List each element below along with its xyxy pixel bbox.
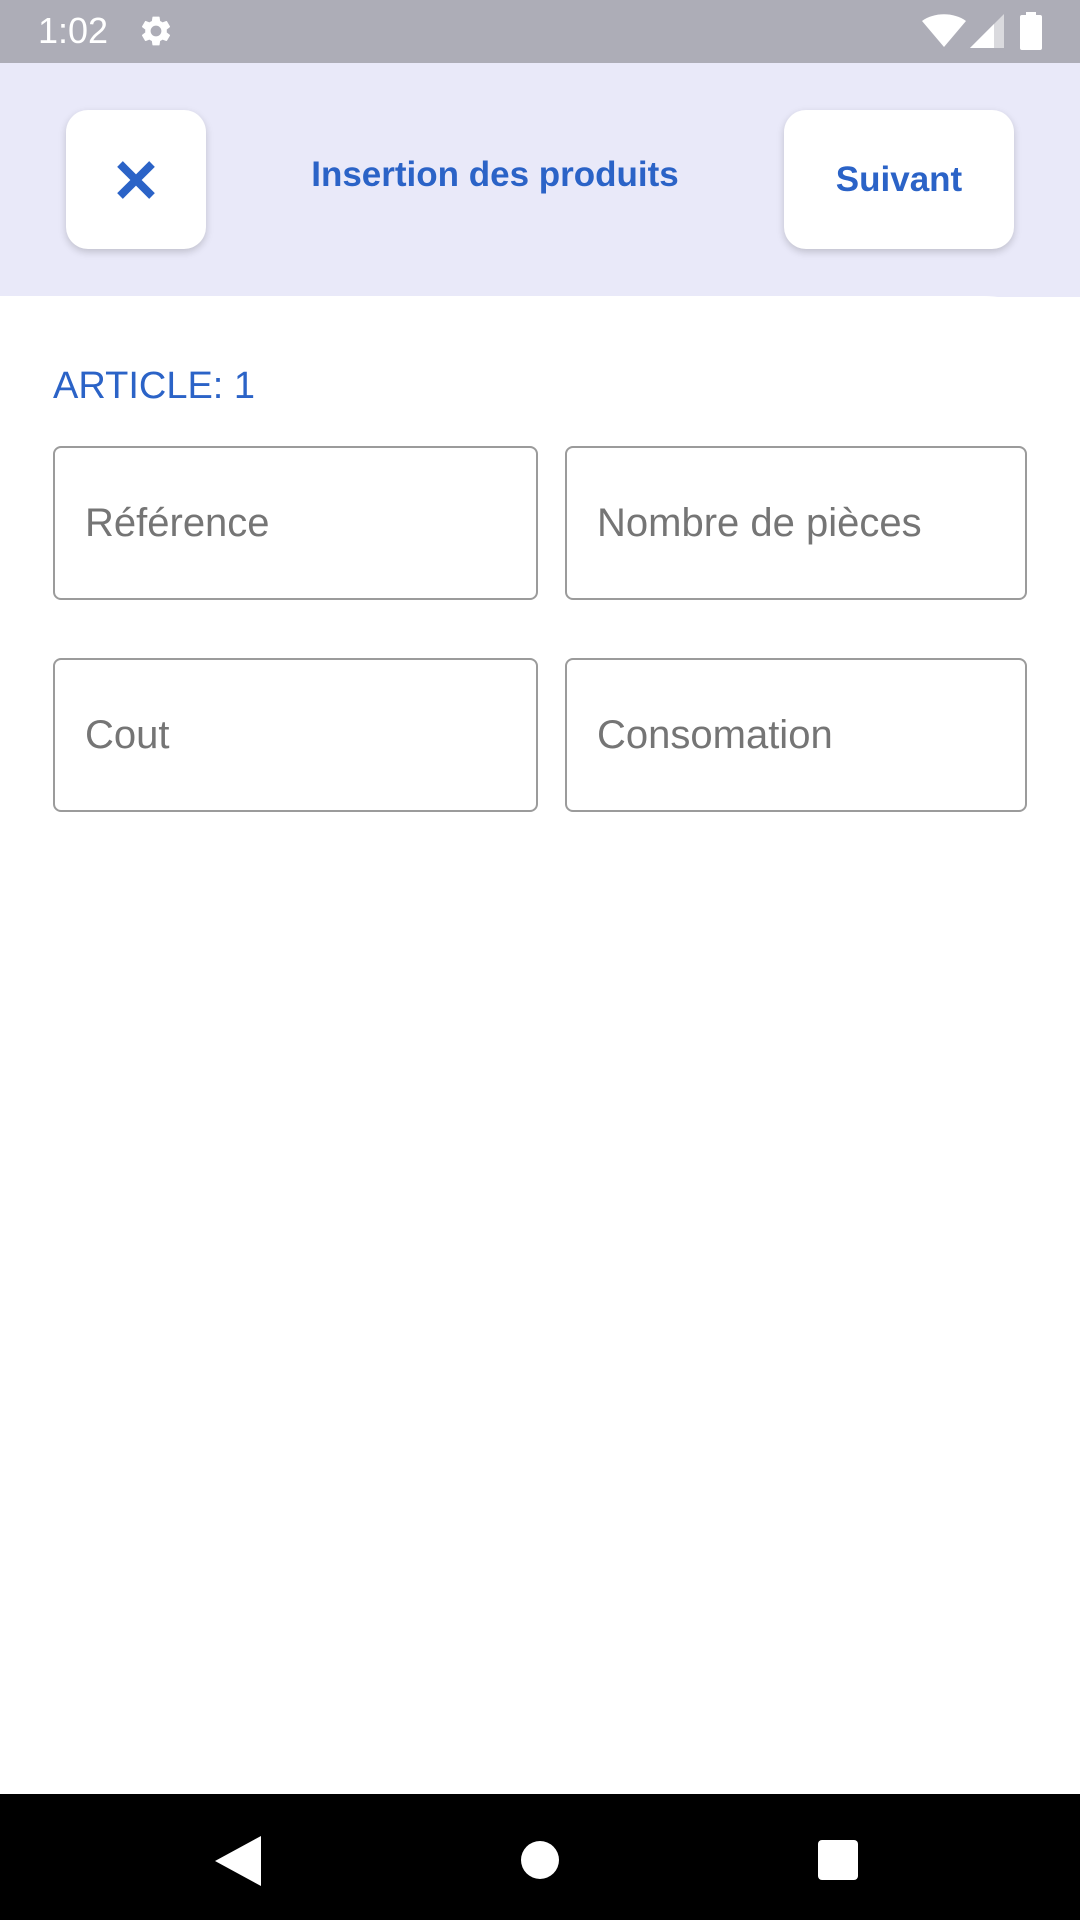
- close-button[interactable]: [66, 110, 206, 249]
- page-title: Insertion des produits: [311, 155, 679, 194]
- next-button[interactable]: Suivant: [784, 110, 1014, 249]
- navigation-bar: [0, 1794, 1080, 1920]
- recents-icon[interactable]: [818, 1840, 858, 1880]
- consumption-input[interactable]: [565, 658, 1027, 812]
- cell-signal-icon: [970, 14, 1004, 48]
- article-label: ARTICLE: 1: [53, 365, 256, 407]
- close-icon: [117, 160, 155, 199]
- back-icon[interactable]: [215, 1836, 261, 1886]
- home-icon[interactable]: [520, 1840, 560, 1880]
- status-time: 1:02: [38, 10, 109, 51]
- wifi-icon: [922, 14, 966, 47]
- status-bar: 1:02: [0, 0, 1080, 63]
- cost-input[interactable]: [53, 658, 538, 812]
- battery-icon: [1020, 12, 1042, 50]
- gear-icon: [141, 16, 171, 46]
- reference-input[interactable]: [53, 446, 538, 600]
- pieces-count-input[interactable]: [565, 446, 1027, 600]
